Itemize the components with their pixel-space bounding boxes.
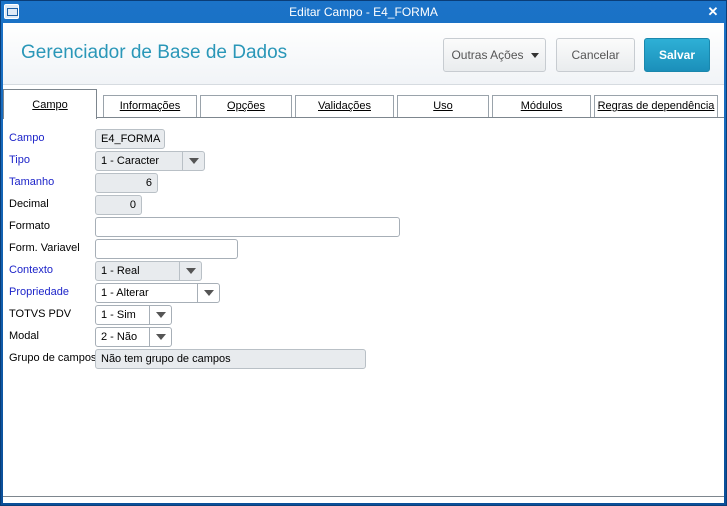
modal-select[interactable]: 2 - Não — [95, 327, 172, 347]
contexto-label: Contexto — [9, 264, 54, 276]
form-variavel-label: Form. Variavel — [9, 242, 80, 254]
title-bar: Editar Campo - E4_FORMA ✕ — [1, 1, 726, 23]
chevron-down-icon — [197, 284, 219, 302]
tipo-row: Tipo 1 - Caracter — [9, 151, 609, 171]
grupo-campos-label: Grupo de campos — [9, 352, 97, 364]
propriedade-row: Propriedade 1 - Alterar — [9, 283, 609, 303]
modal-value: 2 - Não — [101, 331, 138, 343]
tipo-select[interactable]: 1 - Caracter — [95, 151, 205, 171]
propriedade-label: Propriedade — [9, 286, 69, 298]
grupo-campos-field: Não tem grupo de campos — [95, 349, 366, 369]
tab-validacoes[interactable]: Validações — [295, 95, 394, 118]
tab-regras-dependencia[interactable]: Regras de dependência — [594, 95, 718, 118]
tab-uso[interactable]: Uso — [397, 95, 489, 118]
more-actions-button[interactable]: Outras Ações — [443, 38, 546, 72]
decimal-field: 0 — [95, 195, 142, 215]
tab-bar: Campo Informações Opções Validações Uso … — [3, 89, 724, 119]
totvs-pdv-select[interactable]: 1 - Sim — [95, 305, 172, 325]
tab-campo[interactable]: Campo — [3, 89, 97, 119]
propriedade-value: 1 - Alterar — [101, 287, 149, 299]
tab-informacoes[interactable]: Informações — [103, 95, 197, 118]
totvs-pdv-row: TOTVS PDV 1 - Sim — [9, 305, 609, 325]
cancel-button[interactable]: Cancelar — [556, 38, 635, 72]
dialog-body: Gerenciador de Base de Dados Outras Açõe… — [3, 23, 724, 503]
decimal-row: Decimal 0 — [9, 195, 609, 215]
form-variavel-input[interactable] — [95, 239, 238, 259]
chevron-down-icon — [182, 152, 204, 170]
formato-label: Formato — [9, 220, 50, 232]
save-button[interactable]: Salvar — [644, 38, 710, 72]
campo-field: E4_FORMA — [95, 129, 165, 149]
window-title: Editar Campo - E4_FORMA — [289, 5, 438, 19]
totvs-pdv-label: TOTVS PDV — [9, 308, 72, 320]
contexto-select[interactable]: 1 - Real — [95, 261, 202, 281]
tipo-label: Tipo — [9, 154, 30, 166]
formato-row: Formato — [9, 217, 609, 237]
propriedade-select[interactable]: 1 - Alterar — [95, 283, 220, 303]
chevron-down-icon — [149, 306, 171, 324]
contexto-value: 1 - Real — [101, 265, 140, 277]
tab-modulos[interactable]: Módulos — [492, 95, 591, 118]
chevron-down-icon — [149, 328, 171, 346]
campo-tab-panel: Campo E4_FORMA Tipo 1 - Caracter Tamanho… — [3, 117, 724, 497]
close-icon[interactable]: ✕ — [704, 3, 722, 21]
decimal-label: Decimal — [9, 198, 49, 210]
page-title: Gerenciador de Base de Dados — [21, 42, 288, 63]
tipo-value: 1 - Caracter — [101, 155, 160, 167]
totvs-pdv-value: 1 - Sim — [101, 309, 136, 321]
chevron-down-icon — [531, 53, 539, 58]
formato-input[interactable] — [95, 217, 400, 237]
modal-label: Modal — [9, 330, 39, 342]
tab-opcoes[interactable]: Opções — [200, 95, 292, 118]
form-variavel-row: Form. Variavel — [9, 239, 609, 259]
dialog-header: Gerenciador de Base de Dados Outras Açõe… — [3, 23, 724, 85]
grupo-campos-row: Grupo de campos Não tem grupo de campos — [9, 349, 609, 369]
contexto-row: Contexto 1 - Real — [9, 261, 609, 281]
modal-row: Modal 2 - Não — [9, 327, 609, 347]
more-actions-label: Outras Ações — [451, 48, 524, 62]
tamanho-row: Tamanho 6 — [9, 173, 609, 193]
tamanho-label: Tamanho — [9, 176, 55, 188]
campo-row: Campo E4_FORMA — [9, 129, 609, 149]
app-window: Editar Campo - E4_FORMA ✕ Gerenciador de… — [0, 0, 727, 506]
chevron-down-icon — [179, 262, 201, 280]
campo-label: Campo — [9, 132, 45, 144]
tamanho-field: 6 — [95, 173, 158, 193]
window-app-icon — [4, 4, 19, 19]
